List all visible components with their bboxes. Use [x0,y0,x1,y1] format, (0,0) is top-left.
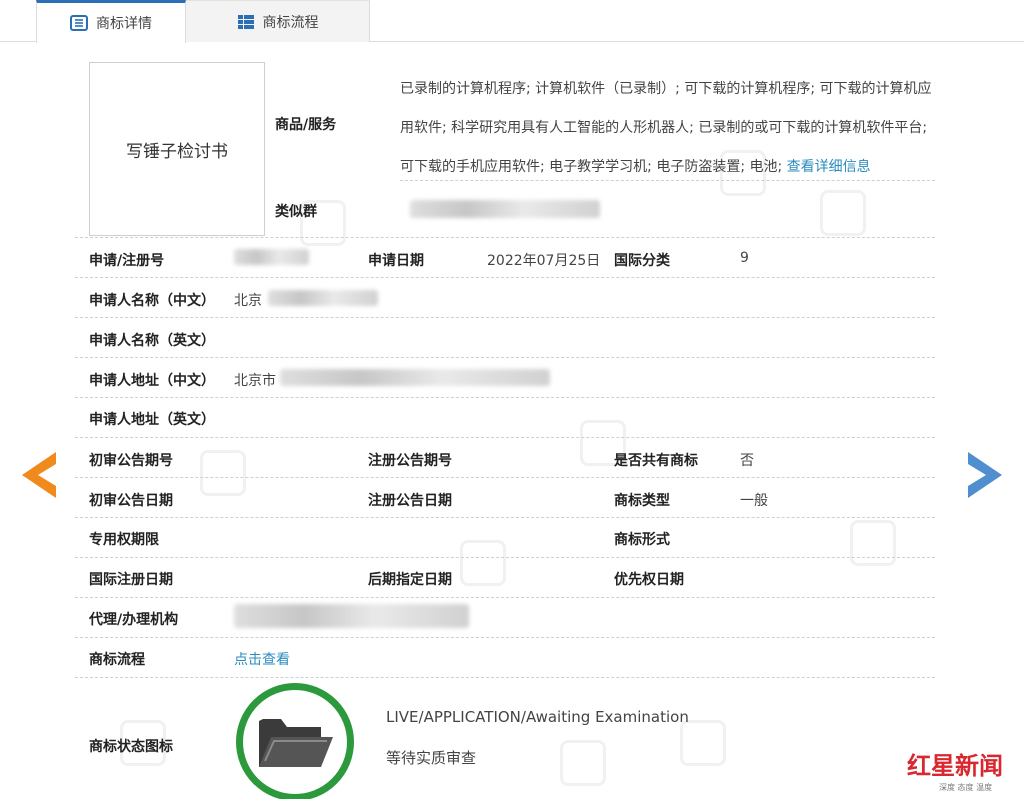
trademark-image-text: 写锤子检讨书 [126,141,228,162]
divider [75,397,935,398]
logo-main-text: 红星新闻 [907,751,1003,780]
grid-flow-icon [237,14,254,29]
tab-trademark-detail[interactable]: 商标详情 [36,0,186,43]
mark-type-label: 商标类型 [614,493,670,509]
later-designation-label: 后期指定日期 [368,572,452,588]
address-cn-label: 申请人地址（中文） [89,373,215,389]
divider [75,317,935,318]
news-logo: 红星新闻 深度 态度 温度 [905,742,1015,796]
reg-pub-no-label: 注册公告期号 [368,453,452,469]
goods-services-value: 已录制的计算机程序; 计算机软件（已录制）; 可下载的计算机程序; 可下载的计算… [400,70,945,187]
similar-group-label: 类似群 [275,204,317,220]
folder-icon [259,719,333,767]
process-view-link[interactable]: 点击查看 [234,649,290,669]
reg-pub-date-label: 注册公告日期 [368,493,452,509]
logo-sub-text: 深度 态度 温度 [939,782,992,792]
list-detail-icon [70,15,88,31]
applicant-en-label: 申请人名称（英文） [89,333,215,349]
applicant-cn-label: 申请人名称（中文） [89,293,215,309]
divider [75,237,935,238]
agent-label: 代理/办理机构 [89,612,179,628]
divider [400,180,935,181]
tab-label: 商标详情 [96,16,152,32]
previous-arrow-icon[interactable] [22,452,58,498]
tab-label: 商标流程 [262,14,319,31]
redacted-similar-group [410,200,600,218]
mark-form-label: 商标形式 [614,532,670,548]
divider [75,637,935,638]
process-label: 商标流程 [89,652,145,668]
divider [75,477,935,478]
reg-no-label: 申请/注册号 [89,253,165,269]
divider [75,277,935,278]
intl-reg-date-label: 国际注册日期 [89,572,173,588]
divider [75,357,935,358]
divider [75,517,935,518]
redacted-applicant-cn [268,290,378,306]
goods-services-label: 商品/服务 [275,117,337,133]
view-details-link[interactable]: 查看详细信息 [787,159,871,175]
exclusive-term-label: 专用权期限 [89,532,159,548]
status-icon-label: 商标状态图标 [89,739,173,755]
status-cn: 等待实质审查 [386,749,477,767]
divider [75,437,935,438]
app-date-value: 2022年07月25日 [487,253,601,269]
address-cn-value: 北京市 [234,373,276,389]
next-arrow-icon[interactable] [966,452,1002,498]
mark-type-value: 一般 [740,493,768,509]
priority-date-label: 优先权日期 [614,572,684,588]
redacted-agent [234,604,469,628]
app-date-label: 申请日期 [368,253,424,269]
divider [75,557,935,558]
redacted-address-cn [280,369,550,386]
intl-class-label: 国际分类 [614,253,670,269]
applicant-cn-value: 北京 [234,293,262,309]
divider [75,597,935,598]
address-en-label: 申请人地址（英文） [89,412,215,428]
status-folder-icon [236,683,354,799]
intl-class-value: 9 [740,250,749,266]
redacted-reg-no [234,249,309,265]
shared-mark-label: 是否共有商标 [614,453,698,469]
trademark-image: 写锤子检讨书 [89,62,265,236]
status-en: LIVE/APPLICATION/Awaiting Examination [386,708,689,726]
shared-mark-value: 否 [740,453,754,469]
tab-bar: 商标详情 商标流程 [0,0,1024,43]
tab-trademark-flow[interactable]: 商标流程 [186,0,370,42]
divider [75,677,935,678]
prelim-no-label: 初审公告期号 [89,453,173,469]
prelim-date-label: 初审公告日期 [89,493,173,509]
